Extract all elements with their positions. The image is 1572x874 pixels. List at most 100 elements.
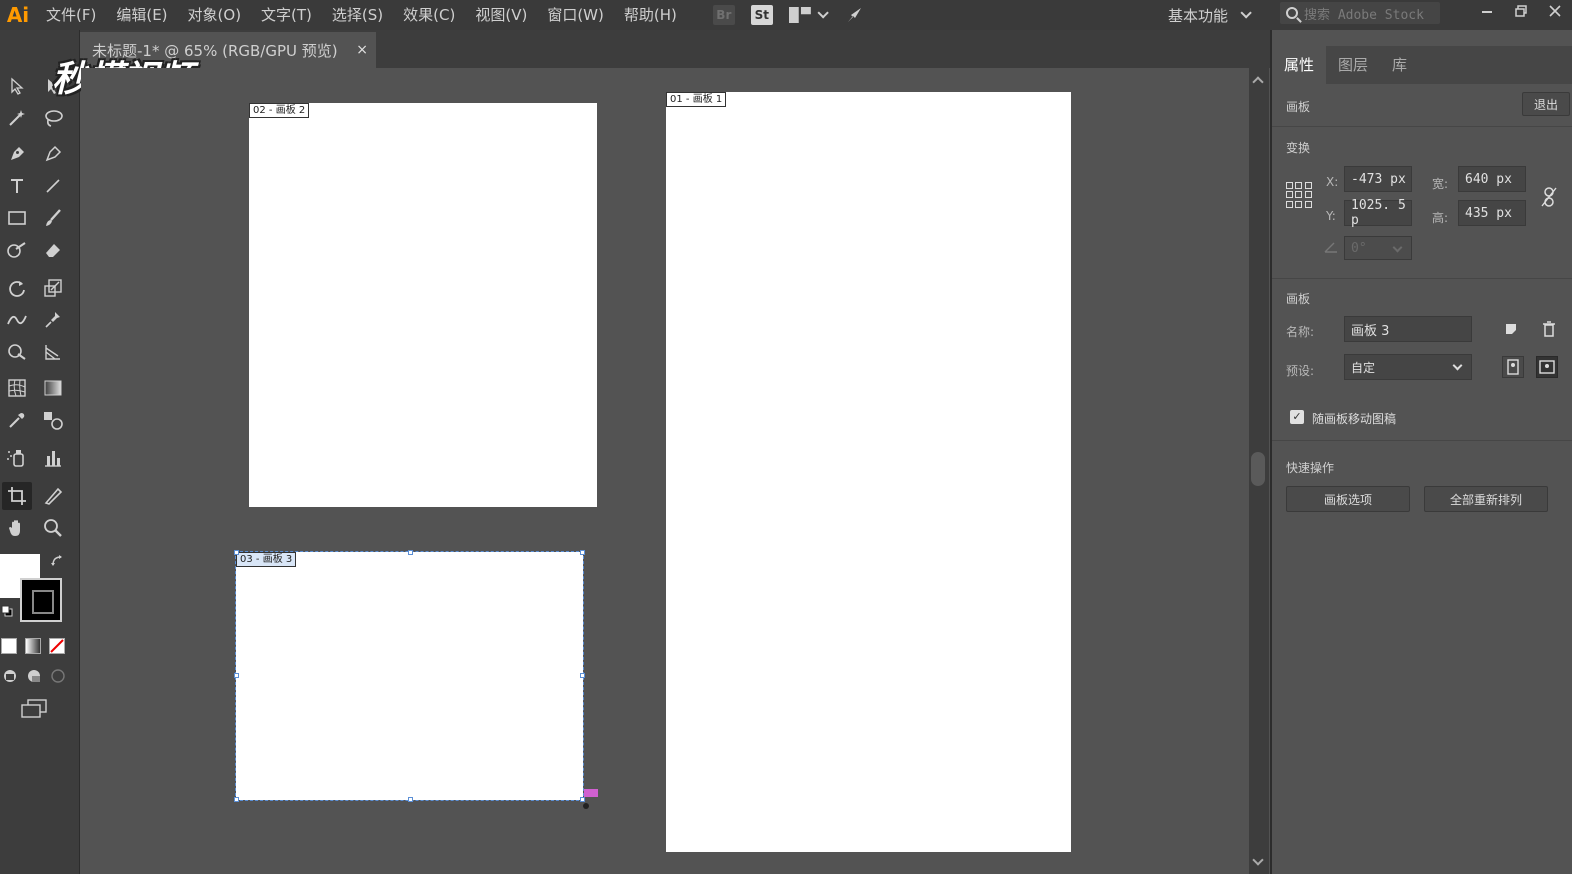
zoom-tool-icon[interactable] (38, 514, 68, 542)
line-tool-icon[interactable] (38, 172, 68, 200)
menu-file[interactable]: 文件(F) (36, 4, 106, 26)
exit-artboard-button[interactable]: 退出 (1522, 92, 1570, 116)
minimize-button[interactable] (1470, 0, 1504, 22)
vertical-scrollbar[interactable] (1249, 68, 1269, 874)
new-artboard-icon[interactable] (1500, 318, 1522, 340)
reference-point-icon[interactable] (1286, 182, 1312, 208)
resize-handle[interactable] (234, 550, 239, 555)
preset-value: 自定 (1351, 360, 1376, 375)
lasso-tool-icon[interactable] (38, 104, 68, 132)
hand-tool-icon[interactable] (2, 514, 32, 542)
gpu-performance-icon[interactable] (845, 5, 865, 25)
scroll-thumb[interactable] (1251, 452, 1265, 486)
stroke-color-swatch[interactable] (20, 578, 62, 622)
close-window-button[interactable] (1538, 0, 1572, 22)
gradient-tool-icon[interactable] (38, 374, 68, 402)
width-input[interactable]: 640 px (1458, 166, 1526, 192)
shaper-tool-icon[interactable] (2, 236, 32, 264)
draw-behind-icon[interactable] (24, 666, 44, 686)
draw-inside-icon[interactable] (48, 666, 68, 686)
stock-search-input[interactable]: 搜索 Adobe Stock (1280, 2, 1440, 24)
menu-type[interactable]: 文字(T) (251, 4, 322, 26)
landscape-orientation-icon[interactable] (1536, 356, 1558, 378)
artboard-label[interactable]: 01 - 画板 1 (666, 92, 727, 107)
resize-handle[interactable] (580, 550, 585, 555)
y-input[interactable]: 1025. 5 p (1344, 198, 1412, 228)
menu-effect[interactable]: 效果(C) (393, 4, 465, 26)
color-mode-icon[interactable] (1, 638, 17, 654)
scale-tool-icon[interactable] (38, 274, 68, 302)
puppet-warp-tool-icon[interactable] (38, 306, 68, 334)
artboard-tool-icon[interactable] (2, 482, 32, 510)
eraser-tool-icon[interactable] (38, 236, 68, 264)
close-icon[interactable]: × (356, 42, 368, 58)
menu-window[interactable]: 窗口(W) (537, 4, 614, 26)
draw-normal-icon[interactable] (0, 666, 20, 686)
rectangle-tool-icon[interactable] (2, 204, 32, 232)
eyedropper-tool-icon[interactable] (2, 406, 32, 434)
blend-tool-icon[interactable] (38, 406, 68, 434)
pen-tool-icon[interactable] (2, 140, 32, 168)
rearrange-all-button[interactable]: 全部重新排列 (1424, 486, 1548, 512)
restore-button[interactable] (1504, 0, 1538, 22)
artboard-3[interactable] (235, 551, 584, 801)
artboard-section-title: 画板 (1286, 292, 1311, 306)
menu-edit[interactable]: 编辑(E) (106, 4, 177, 26)
angle-icon (1320, 236, 1342, 258)
default-colors-icon[interactable] (0, 604, 14, 618)
symbol-sprayer-tool-icon[interactable] (2, 444, 32, 472)
menu-view[interactable]: 视图(V) (465, 4, 537, 26)
canvas-area[interactable]: 02 - 画板 2 01 - 画板 1 03 - 画板 3 (81, 68, 1249, 874)
artboard-header-title: 画板 (1286, 100, 1311, 114)
mesh-tool-icon[interactable] (2, 374, 32, 402)
artboard-label[interactable]: 02 - 画板 2 (249, 103, 310, 118)
shape-builder-tool-icon[interactable] (2, 338, 32, 366)
x-input[interactable]: -473 px (1344, 166, 1412, 192)
screen-mode-icon[interactable] (18, 696, 50, 722)
arrange-documents-button[interactable] (788, 7, 829, 23)
artboard-label[interactable]: 03 - 画板 3 (236, 552, 297, 567)
paintbrush-tool-icon[interactable] (38, 204, 68, 232)
perspective-grid-tool-icon[interactable] (38, 338, 68, 366)
artboard-options-button[interactable]: 画板选项 (1286, 486, 1410, 512)
stock-icon[interactable]: St (750, 5, 773, 25)
column-graph-tool-icon[interactable] (38, 444, 68, 472)
properties-panel: 属性 图层 库 画板 退出 变换 X: -473 px 宽: 640 px Y:… (1270, 30, 1572, 874)
artboard-name-input[interactable]: 画板 3 (1344, 316, 1472, 342)
menu-select[interactable]: 选择(S) (322, 4, 393, 26)
selection-tool-icon[interactable] (2, 72, 32, 100)
menu-object[interactable]: 对象(O) (178, 4, 252, 26)
slice-tool-icon[interactable] (38, 482, 68, 510)
resize-handle[interactable] (234, 797, 239, 802)
portrait-orientation-icon[interactable] (1502, 356, 1524, 378)
gradient-mode-icon[interactable] (25, 638, 41, 654)
menu-help[interactable]: 帮助(H) (614, 4, 687, 26)
resize-handle[interactable] (580, 673, 585, 678)
swap-colors-icon[interactable] (46, 550, 68, 572)
scroll-down-icon[interactable] (1252, 854, 1264, 866)
curvature-tool-icon[interactable] (38, 140, 68, 168)
rotate-tool-icon[interactable] (2, 274, 32, 302)
width-tool-icon[interactable] (2, 306, 32, 334)
scroll-up-icon[interactable] (1252, 76, 1264, 88)
type-tool-icon[interactable] (2, 172, 32, 200)
illustrator-window: Ai 文件(F) 编辑(E) 对象(O) 文字(T) 选择(S) 效果(C) 视… (0, 0, 1572, 874)
constrain-proportions-icon[interactable] (1538, 186, 1560, 208)
magic-wand-tool-icon[interactable] (2, 104, 32, 132)
preset-select[interactable]: 自定 (1344, 354, 1472, 380)
artboard-2[interactable] (249, 103, 597, 507)
resize-handle[interactable] (234, 673, 239, 678)
bridge-icon[interactable]: Br (712, 5, 735, 25)
delete-artboard-icon[interactable] (1538, 318, 1560, 340)
tab-layers[interactable]: 图层 (1326, 46, 1380, 84)
none-mode-icon[interactable] (49, 638, 65, 654)
chevron-down-icon (817, 7, 829, 19)
tab-libraries[interactable]: 库 (1380, 46, 1419, 84)
resize-handle[interactable] (408, 550, 413, 555)
artboard-1[interactable] (666, 92, 1071, 852)
tab-properties[interactable]: 属性 (1272, 46, 1327, 84)
move-artwork-checkbox[interactable]: ✓ (1290, 410, 1304, 424)
workspace-switcher[interactable]: 基本功能 (1168, 0, 1252, 30)
resize-handle[interactable] (408, 797, 413, 802)
height-input[interactable]: 435 px (1458, 200, 1526, 226)
